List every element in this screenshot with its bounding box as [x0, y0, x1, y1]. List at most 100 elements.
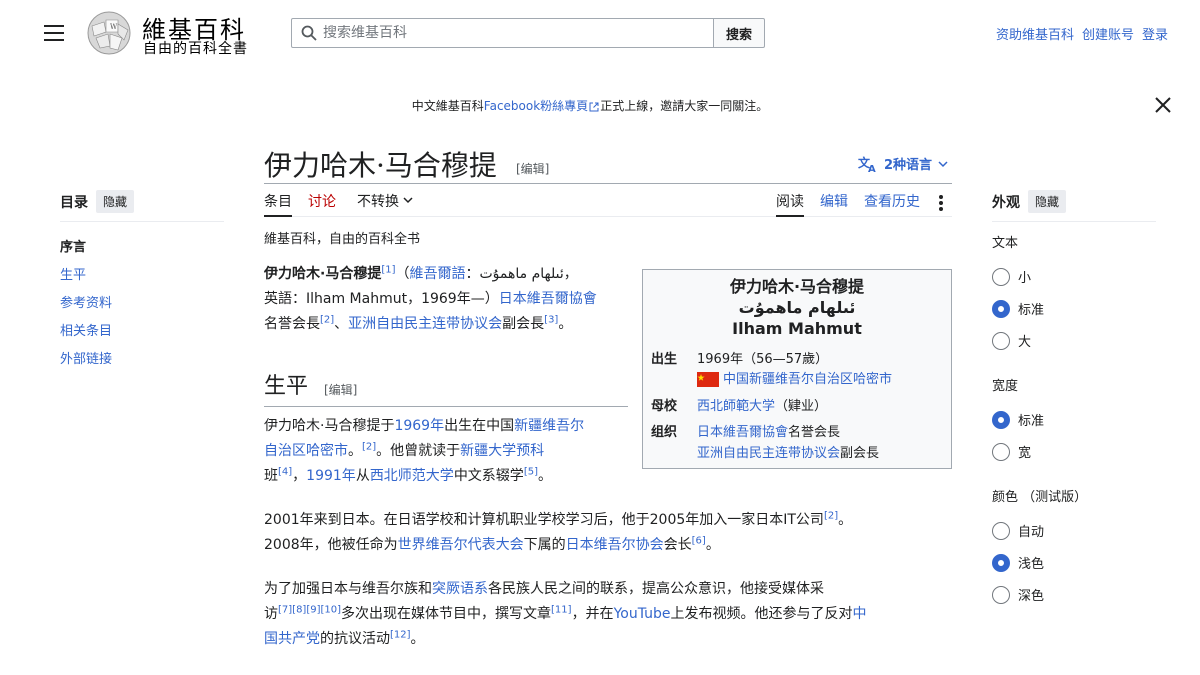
title-edit-link[interactable]: [编辑]: [516, 160, 549, 177]
ref-12[interactable]: [12]: [390, 629, 411, 640]
tab-history[interactable]: 查看历史: [864, 191, 920, 217]
ref-2c[interactable]: [2]: [824, 510, 838, 521]
school-link[interactable]: 西北師範大学: [697, 399, 775, 414]
born-label: 出生: [651, 352, 678, 367]
born-place: 中国新疆维吾尔自治区哈密市: [697, 368, 892, 387]
donate-link[interactable]: 资助维基百科: [996, 24, 1074, 43]
section-divider: [264, 406, 628, 407]
youtube-link[interactable]: YouTube: [614, 606, 671, 622]
text-size-large[interactable]: 大: [992, 331, 1031, 350]
color-dark[interactable]: 深色: [992, 585, 1044, 604]
translate-icon: 文 A: [858, 155, 876, 173]
born-value: 1969年（56—57歲）: [697, 352, 829, 367]
ref-2b[interactable]: [2]: [362, 441, 376, 452]
tab-variant[interactable]: 不转换: [357, 191, 413, 217]
toc-item-life[interactable]: 生平: [60, 262, 224, 290]
radio-label: 浅色: [1018, 557, 1045, 572]
text: 班: [264, 468, 278, 484]
appearance-panel: 外观 隐藏 文本 小 标准 大 宽度 标准 宽 颜色 （测试版） 自动 浅色 深…: [992, 190, 1156, 604]
radio-selected-icon: [992, 299, 1010, 318]
toc-item-external-links[interactable]: 外部链接: [60, 346, 224, 374]
main-menu-icon[interactable]: [44, 25, 64, 41]
appearance-hide-button[interactable]: 隐藏: [1028, 190, 1067, 213]
ref-4[interactable]: [4]: [278, 466, 292, 477]
user-links: 资助维基百科 创建账号 登录: [996, 24, 1168, 43]
search-box[interactable]: [291, 18, 715, 48]
radio-icon: [992, 521, 1010, 540]
xinjiang-university-link[interactable]: 新疆大学预科: [460, 443, 544, 459]
language-count: 2种语言: [884, 158, 933, 173]
ccp-link[interactable]: 中: [853, 606, 867, 622]
asia-democracy-council-link[interactable]: 亚洲自由民主连带协议会: [348, 316, 502, 332]
uyghur-language-link[interactable]: 維吾爾語: [410, 266, 466, 282]
ref-2[interactable]: [2]: [320, 314, 334, 325]
ref-7-10[interactable]: [7][8][9][10]: [278, 604, 341, 615]
ref-1[interactable]: [1]: [381, 264, 395, 275]
org2-link[interactable]: 亚洲自由民主连带协议会: [697, 446, 840, 461]
wuc-link[interactable]: 世界维吾尔代表大会: [398, 537, 524, 553]
text-size-small[interactable]: 小: [992, 267, 1031, 286]
text-size-standard[interactable]: 标准: [992, 299, 1044, 318]
toc-item-related[interactable]: 相关条目: [60, 318, 224, 346]
text: 。: [348, 443, 362, 459]
search-input[interactable]: [323, 25, 683, 41]
text: 中文系辍学: [453, 468, 524, 484]
site-tagline: 自由的百科全書: [143, 41, 248, 57]
text: 出生在中国: [444, 418, 515, 434]
year-1969-link[interactable]: 1969年: [394, 418, 444, 434]
wikipedia-globe-icon[interactable]: W: [84, 10, 134, 56]
radio-label: 小: [1018, 271, 1032, 286]
language-button[interactable]: 文 A 2种语言: [858, 154, 948, 173]
search-button[interactable]: 搜索: [713, 18, 765, 48]
japan-uyghur-association-link[interactable]: 日本維吾爾協會: [499, 291, 597, 307]
ref-11[interactable]: [11]: [551, 604, 572, 615]
hami-place-link[interactable]: 中国新疆维吾尔自治区哈密市: [723, 372, 892, 387]
text: 、: [334, 316, 349, 332]
northwest-normal-link[interactable]: 西北师范大学: [370, 468, 454, 484]
width-wide[interactable]: 宽: [992, 442, 1031, 461]
login-link[interactable]: 登录: [1142, 24, 1168, 43]
external-link-icon: [589, 102, 599, 111]
text: 各民族人民之间的联系，提高公众意识，他接受媒体采: [488, 581, 824, 597]
radio-icon: [992, 267, 1010, 286]
notice-facebook-link[interactable]: Facebook粉絲專頁: [484, 99, 588, 113]
radio-selected-icon: [992, 553, 1010, 572]
turkic-link[interactable]: 突厥语系: [432, 581, 488, 597]
ref-5[interactable]: [5]: [524, 466, 538, 477]
ref-3[interactable]: [3]: [544, 314, 558, 325]
org1-link[interactable]: 日本維吾爾協會: [697, 425, 788, 440]
tab-edit[interactable]: 编辑: [820, 191, 848, 217]
life-paragraph-1: 伊力哈木·马合穆提于1969年出生在中国新疆维吾尔 自治区哈密市。[2]。他曾就…: [264, 414, 634, 489]
appearance-title: 外观: [992, 194, 1020, 211]
school-note: （肄业）: [775, 399, 828, 414]
width-standard[interactable]: 标准: [992, 410, 1044, 429]
close-icon[interactable]: [1154, 96, 1172, 114]
color-light[interactable]: 浅色: [992, 553, 1044, 572]
japan-uyghur-link[interactable]: 日本维吾尔协会: [566, 537, 664, 553]
text: 伊力哈木·马合穆提于: [264, 418, 395, 434]
life-paragraph-3: 为了加强日本与维吾尔族和突厥语系各民族人民之间的联系，提高公众意识，他接受媒体采…: [264, 577, 952, 652]
text: 。: [558, 316, 573, 332]
text: 。他曾就读于: [376, 443, 461, 459]
ccp-link-cont[interactable]: 国共产党: [264, 631, 320, 647]
intro-name: 伊力哈木·马合穆提: [264, 266, 382, 282]
year-1991-link[interactable]: 1991年: [306, 468, 356, 484]
toc-item-references[interactable]: 参考资料: [60, 290, 224, 318]
section-edit-link[interactable]: [编辑]: [324, 381, 357, 398]
ref-6[interactable]: [6]: [692, 535, 706, 546]
xinjiang-link[interactable]: 新疆维吾尔: [514, 418, 584, 434]
text: 访: [264, 606, 278, 622]
more-options-icon[interactable]: [938, 191, 944, 217]
tab-article[interactable]: 条目: [264, 191, 292, 217]
org-label: 组织: [651, 425, 678, 440]
tab-talk[interactable]: 讨论: [308, 191, 336, 217]
toc-hide-button[interactable]: 隐藏: [96, 190, 135, 213]
create-account-link[interactable]: 创建账号: [1082, 24, 1134, 43]
tab-read[interactable]: 阅读: [776, 191, 804, 217]
text: 的抗议活动: [320, 631, 390, 647]
table-of-contents: 目录 隐藏 序言 生平 参考资料 相关条目 外部链接: [60, 190, 224, 374]
color-auto[interactable]: 自动: [992, 521, 1044, 540]
infobox-title: 伊力哈木·马合穆提 ئىلھام ماھمۇت Ilham Mahmut: [643, 276, 951, 339]
toc-item-intro[interactable]: 序言: [60, 234, 224, 262]
hami-link[interactable]: 自治区哈密市: [264, 443, 348, 459]
